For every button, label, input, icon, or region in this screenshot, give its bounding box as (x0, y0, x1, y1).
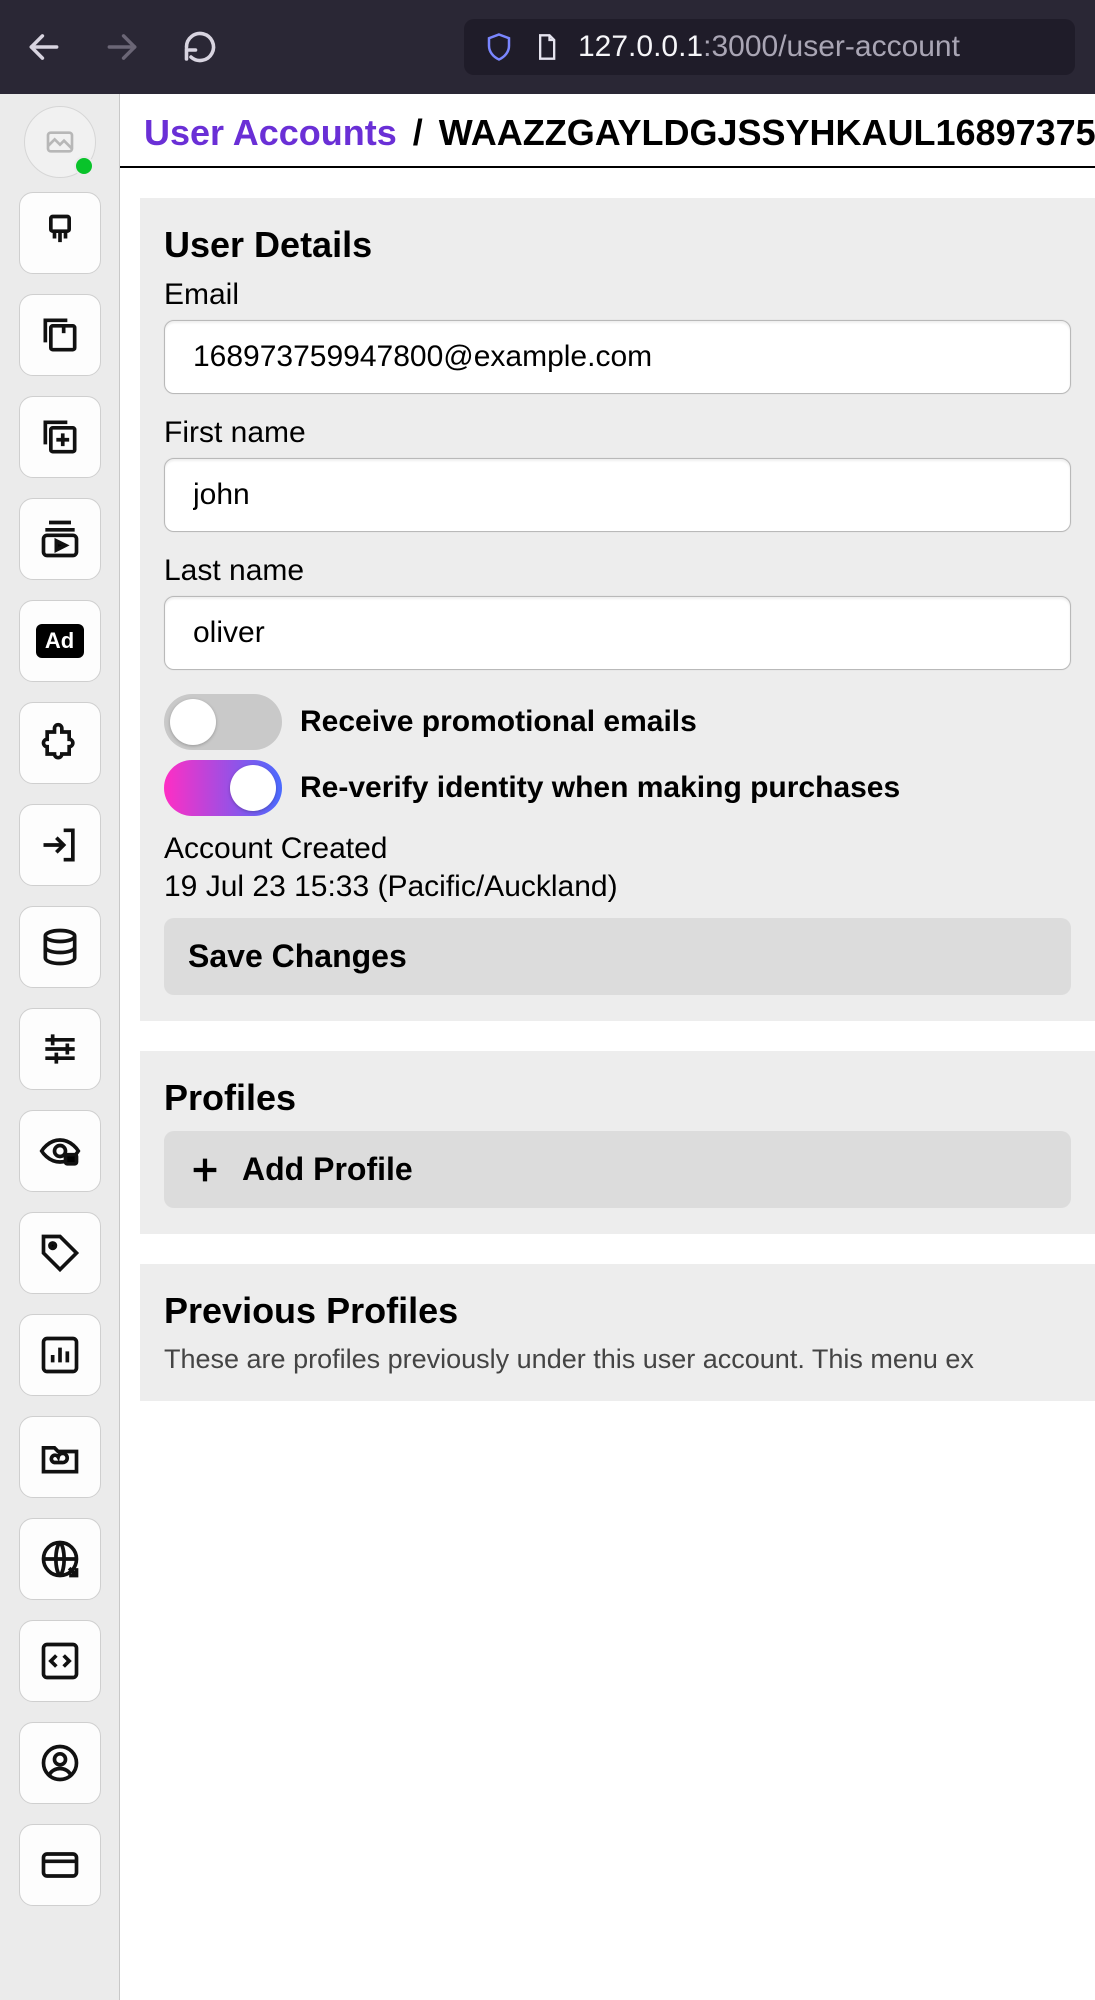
reverify-toggle[interactable] (164, 760, 282, 816)
sidebar-item-subscriptions[interactable] (19, 498, 101, 580)
previous-profiles-description: These are profiles previously under this… (164, 1344, 1071, 1375)
first-name-label: First name (164, 416, 1071, 450)
previous-profiles-heading: Previous Profiles (164, 1290, 1071, 1332)
address-bar[interactable]: 127.0.0.1:3000/user-account (464, 19, 1075, 75)
cloud-folder-icon (38, 1435, 82, 1479)
sidebar-item-ad[interactable]: Ad (19, 600, 101, 682)
save-changes-button[interactable]: Save Changes (164, 918, 1071, 995)
forward-button[interactable] (98, 23, 146, 71)
last-name-label: Last name (164, 554, 1071, 588)
first-name-field[interactable] (164, 458, 1071, 532)
profiles-card: Profiles Add Profile (140, 1051, 1095, 1234)
code-icon (38, 1639, 82, 1683)
sidebar: Ad (0, 94, 120, 2000)
back-button[interactable] (20, 23, 68, 71)
reverify-label: Re-verify identity when making purchases (300, 771, 900, 805)
breadcrumb-root-link[interactable]: User Accounts (144, 112, 397, 153)
tune-icon (38, 1027, 82, 1071)
reload-button[interactable] (176, 23, 224, 71)
main-content: User Accounts / WAAZZGAYLDGJSSYHKAUL1689… (120, 94, 1095, 2000)
divider (120, 166, 1095, 168)
breadcrumb-sep: / (407, 112, 429, 153)
sidebar-item-globe-share[interactable] (19, 1518, 101, 1600)
profiles-heading: Profiles (164, 1077, 1071, 1119)
promo-emails-toggle[interactable] (164, 694, 282, 750)
sidebar-item-visibility-lock[interactable] (19, 1110, 101, 1192)
database-icon (38, 925, 82, 969)
url-text: 127.0.0.1:3000/user-account (578, 30, 960, 64)
sidebar-item-card[interactable] (19, 1824, 101, 1906)
sidebar-item-extension[interactable] (19, 702, 101, 784)
sidebar-item-tune[interactable] (19, 1008, 101, 1090)
email-label: Email (164, 278, 1071, 312)
tag-icon (38, 1231, 82, 1275)
previous-profiles-card: Previous Profiles These are profiles pre… (140, 1264, 1095, 1401)
sidebar-item-tag[interactable] (19, 1212, 101, 1294)
browser-chrome: 127.0.0.1:3000/user-account (0, 0, 1095, 94)
avatar[interactable] (24, 106, 96, 178)
analytics-icon (38, 1333, 82, 1377)
sidebar-item-add-library[interactable] (19, 396, 101, 478)
plus-icon (188, 1153, 222, 1187)
ad-icon: Ad (36, 624, 84, 658)
account-icon (38, 1741, 82, 1785)
account-created-value: 19 Jul 23 15:33 (Pacific/Auckland) (164, 870, 1071, 904)
globe-share-icon (38, 1537, 82, 1581)
user-details-heading: User Details (164, 224, 1071, 266)
last-name-field[interactable] (164, 596, 1071, 670)
promo-emails-label: Receive promotional emails (300, 705, 697, 739)
shield-icon (484, 32, 514, 62)
extension-icon (38, 721, 82, 765)
account-created-label: Account Created (164, 832, 1071, 866)
add-library-icon (38, 415, 82, 459)
sidebar-item-account[interactable] (19, 1722, 101, 1804)
sidebar-item-login[interactable] (19, 804, 101, 886)
card-icon (38, 1843, 82, 1887)
sidebar-item-analytics[interactable] (19, 1314, 101, 1396)
user-details-card: User Details Email First name Last name … (140, 198, 1095, 1021)
sidebar-item-brush[interactable] (19, 192, 101, 274)
login-icon (38, 823, 82, 867)
sidebar-item-database[interactable] (19, 906, 101, 988)
brush-icon (38, 211, 82, 255)
email-field[interactable] (164, 320, 1071, 394)
visibility-lock-icon (38, 1129, 82, 1173)
sidebar-item-code[interactable] (19, 1620, 101, 1702)
status-dot (74, 156, 94, 176)
add-profile-button[interactable]: Add Profile (164, 1131, 1071, 1208)
image-placeholder-icon (44, 126, 76, 158)
page-icon (532, 33, 560, 61)
breadcrumb-current: WAAZZGAYLDGJSSYHKAUL16897375 (439, 112, 1095, 153)
sidebar-item-library[interactable] (19, 294, 101, 376)
subscriptions-icon (38, 517, 82, 561)
sidebar-item-cloud-folder[interactable] (19, 1416, 101, 1498)
library-icon (38, 313, 82, 357)
breadcrumb: User Accounts / WAAZZGAYLDGJSSYHKAUL1689… (120, 94, 1095, 166)
